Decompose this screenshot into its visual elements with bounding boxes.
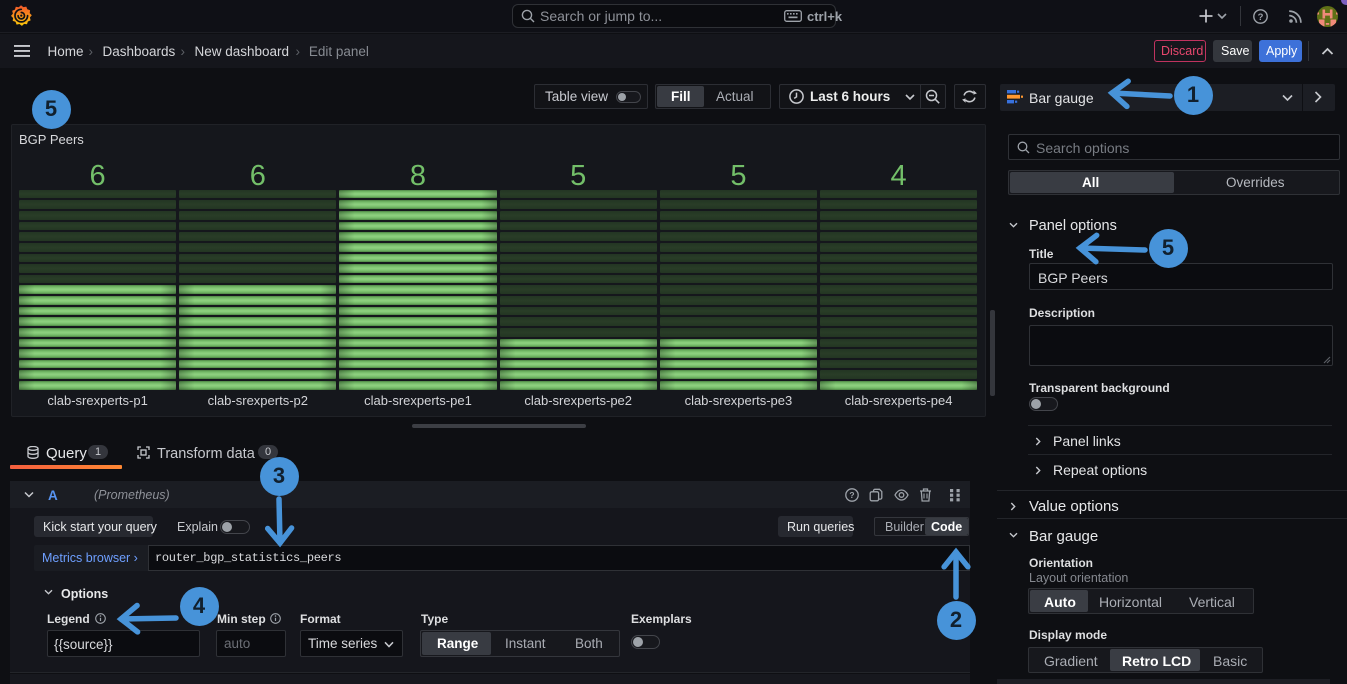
svg-text:?: ? xyxy=(849,490,854,500)
svg-text:?: ? xyxy=(1258,12,1264,23)
